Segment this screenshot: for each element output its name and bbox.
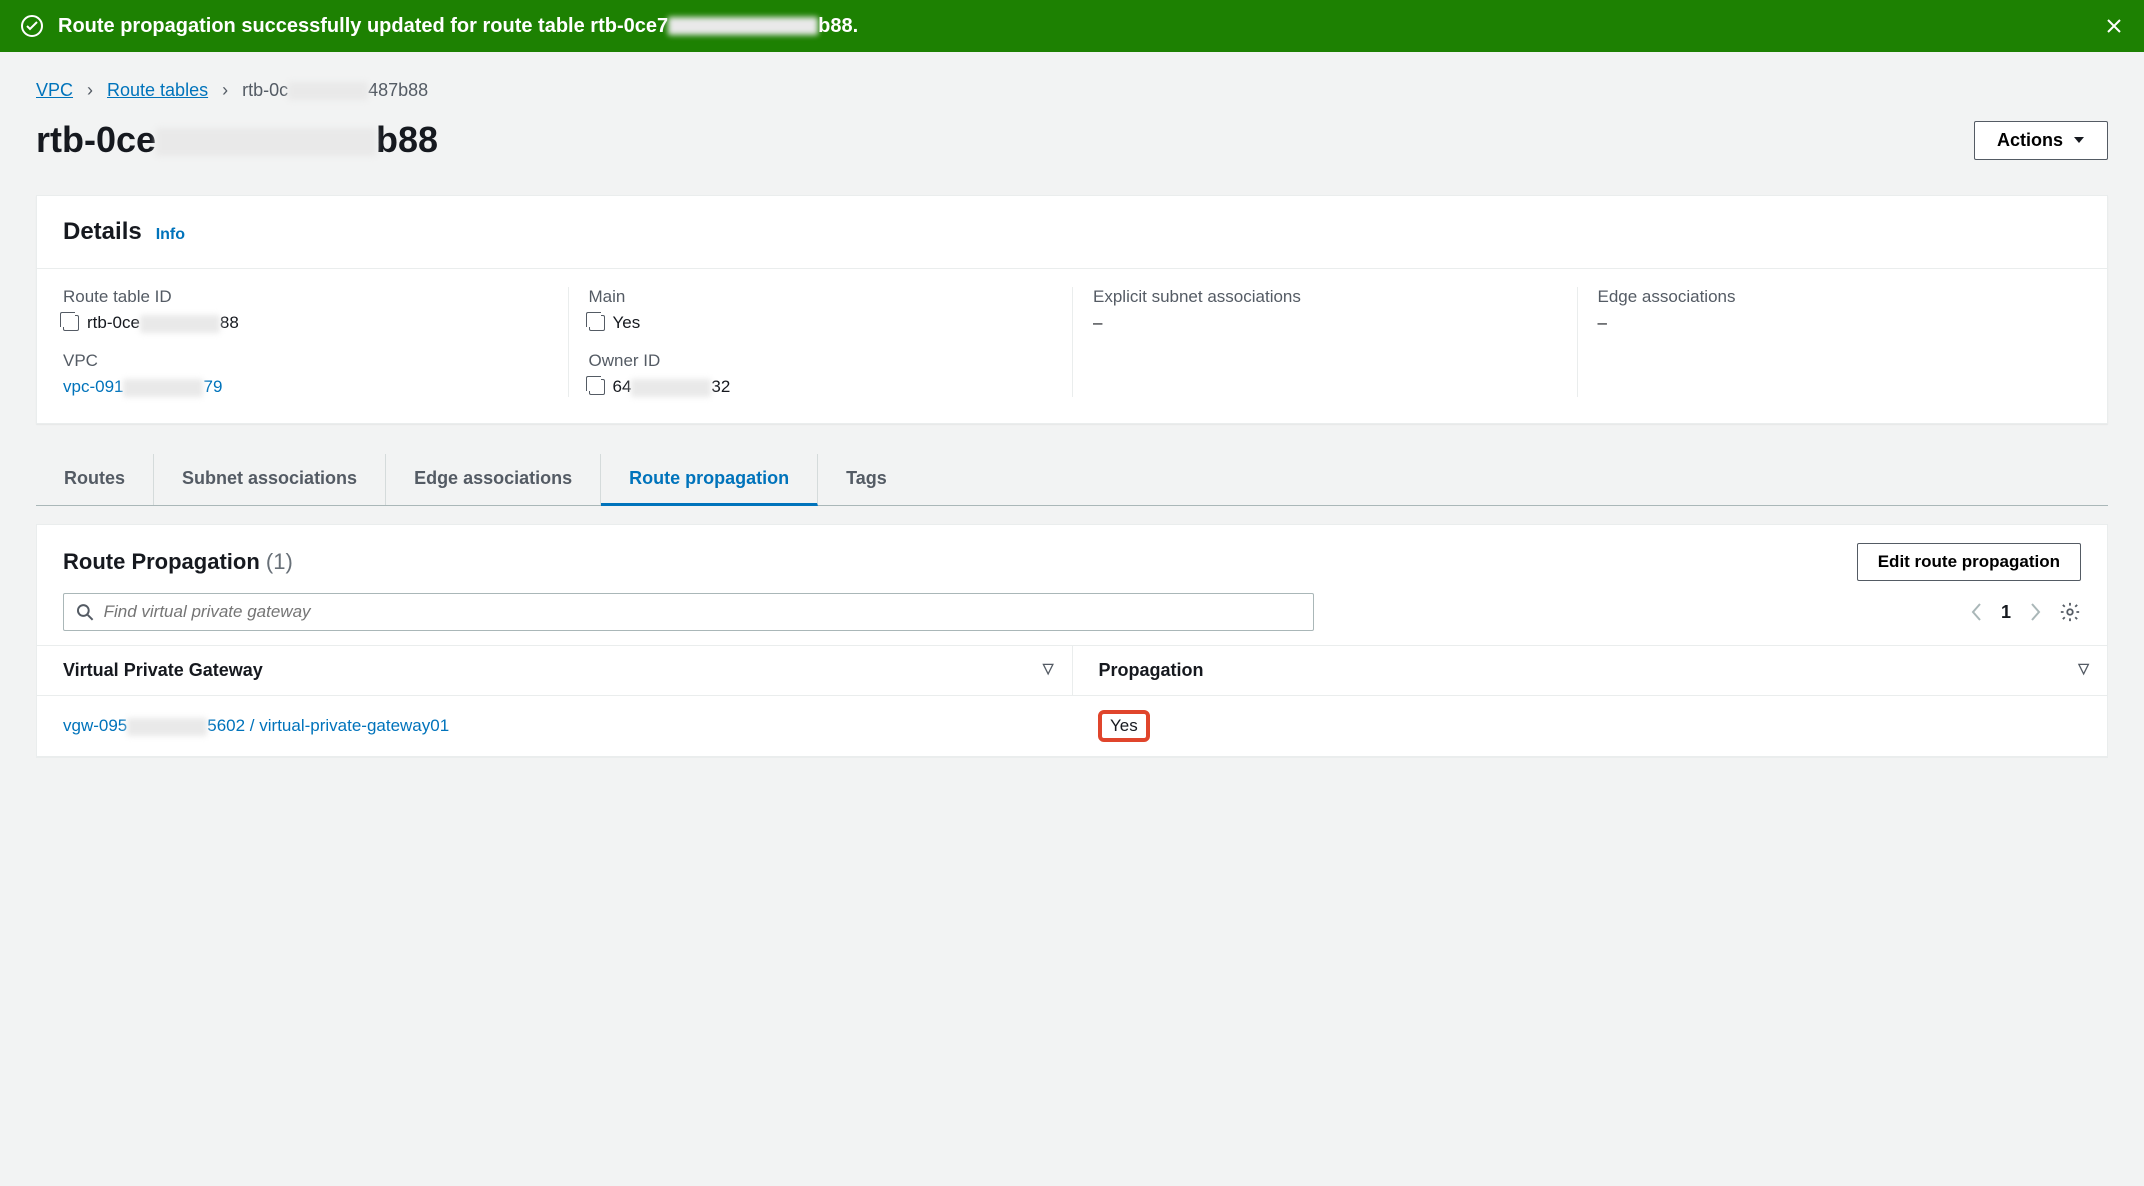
search-input[interactable] — [104, 602, 1302, 622]
value-main: Yes — [589, 313, 1073, 333]
propagation-value-highlight: Yes — [1098, 710, 1150, 742]
table-row: vgw-0955602 / virtual-private-gateway01 … — [37, 696, 2107, 757]
col-header-vgw[interactable]: Virtual Private Gateway ▽ — [37, 646, 1072, 696]
label-main: Main — [589, 287, 1073, 307]
tab-route-propagation[interactable]: Route propagation — [601, 454, 818, 506]
sort-icon: ▽ — [1043, 660, 1054, 677]
tab-subnet-associations[interactable]: Subnet associations — [154, 454, 386, 505]
edit-route-propagation-button[interactable]: Edit route propagation — [1857, 543, 2081, 581]
sort-icon: ▽ — [2078, 660, 2089, 677]
breadcrumb-vpc[interactable]: VPC — [36, 80, 73, 101]
next-page-button[interactable] — [2029, 602, 2041, 622]
value-owner-id: 6432 — [589, 377, 1073, 397]
breadcrumb: VPC › Route tables › rtb-0c487b88 — [36, 52, 2108, 119]
details-heading: Details — [63, 218, 142, 246]
success-check-icon — [20, 14, 44, 38]
copy-icon[interactable] — [63, 315, 79, 331]
settings-button[interactable] — [2059, 601, 2081, 623]
info-link[interactable]: Info — [156, 226, 185, 244]
value-route-table-id: rtb-0ce88 — [63, 313, 568, 333]
section-heading: Route Propagation (1) — [63, 549, 293, 575]
caret-down-icon — [2073, 135, 2085, 145]
route-propagation-section: Route Propagation (1) Edit route propaga… — [36, 524, 2108, 758]
gear-icon — [2059, 601, 2081, 623]
breadcrumb-current: rtb-0c487b88 — [242, 80, 428, 101]
search-box[interactable] — [63, 593, 1314, 631]
search-icon — [76, 603, 94, 621]
vpc-link[interactable]: vpc-09179 — [63, 377, 222, 397]
success-message: Route propagation successfully updated f… — [58, 15, 2090, 38]
label-edge-assoc: Edge associations — [1598, 287, 2082, 307]
cell-vgw: vgw-0955602 / virtual-private-gateway01 — [37, 696, 1072, 757]
tab-tags[interactable]: Tags — [818, 454, 915, 505]
cell-propagation: Yes — [1072, 696, 2107, 757]
label-explicit-subnet: Explicit subnet associations — [1093, 287, 1577, 307]
details-card: Details Info Route table ID rtb-0ce88 VP… — [36, 195, 2108, 424]
close-icon — [2104, 16, 2124, 36]
pagination: 1 — [1971, 601, 2081, 623]
label-vpc: VPC — [63, 351, 568, 371]
label-route-table-id: Route table ID — [63, 287, 568, 307]
propagation-table: Virtual Private Gateway ▽ Propagation ▽ … — [37, 645, 2107, 757]
copy-icon[interactable] — [589, 379, 605, 395]
page-number: 1 — [2001, 602, 2011, 623]
label-owner-id: Owner ID — [589, 351, 1073, 371]
value-explicit-subnet: – — [1093, 313, 1577, 333]
success-banner: Route propagation successfully updated f… — [0, 0, 2144, 52]
copy-icon[interactable] — [589, 315, 605, 331]
page-title: rtb-0ceb88 — [36, 119, 438, 161]
prev-page-button[interactable] — [1971, 602, 1983, 622]
value-vpc: vpc-09179 — [63, 377, 568, 397]
actions-button[interactable]: Actions — [1974, 121, 2108, 160]
vgw-link[interactable]: vgw-0955602 / virtual-private-gateway01 — [63, 716, 449, 735]
tabs: Routes Subnet associations Edge associat… — [36, 454, 2108, 506]
tab-edge-associations[interactable]: Edge associations — [386, 454, 601, 505]
col-header-propagation[interactable]: Propagation ▽ — [1072, 646, 2107, 696]
value-edge-assoc: – — [1598, 313, 2082, 333]
tab-routes[interactable]: Routes — [36, 454, 154, 505]
chevron-right-icon: › — [87, 80, 93, 101]
close-banner-button[interactable] — [2104, 16, 2124, 36]
chevron-right-icon: › — [222, 80, 228, 101]
breadcrumb-route-tables[interactable]: Route tables — [107, 80, 208, 101]
